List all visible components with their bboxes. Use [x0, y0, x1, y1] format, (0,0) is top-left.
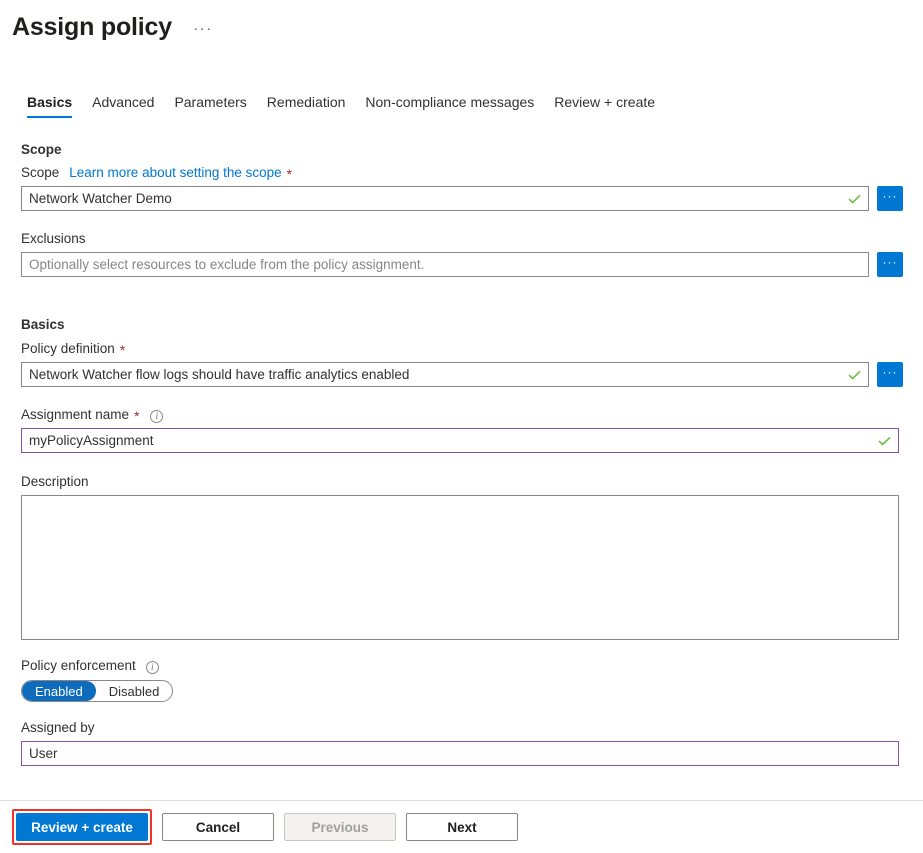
cancel-button[interactable]: Cancel: [162, 813, 274, 841]
next-button[interactable]: Next: [406, 813, 518, 841]
policy-enforcement-label-text: Policy enforcement: [21, 657, 136, 675]
policy-definition-required-asterisk: *: [120, 344, 125, 357]
tab-advanced[interactable]: Advanced: [82, 93, 164, 118]
policy-definition-input-value: Network Watcher flow logs should have tr…: [29, 367, 409, 382]
tab-non-compliance-messages[interactable]: Non-compliance messages: [355, 93, 544, 118]
scope-required-asterisk: *: [287, 168, 292, 181]
scope-section-heading: Scope: [21, 141, 923, 159]
scope-picker-ellipsis-icon: ···: [883, 194, 898, 198]
exclusions-label-text: Exclusions: [21, 230, 86, 248]
scope-learn-more-link[interactable]: Learn more about setting the scope: [69, 164, 281, 182]
scope-input-value: Network Watcher Demo: [29, 191, 172, 206]
review-create-highlight: Review + create: [12, 809, 152, 845]
valid-check-icon: [878, 436, 891, 445]
policy-definition-picker-ellipsis-icon: ···: [883, 370, 898, 374]
assignment-name-label-text: Assignment name: [21, 406, 129, 424]
description-label-text: Description: [21, 473, 89, 491]
policy-definition-picker-button[interactable]: ···: [877, 362, 903, 387]
exclusions-picker-ellipsis-icon: ···: [883, 260, 898, 264]
exclusions-input-placeholder: Optionally select resources to exclude f…: [29, 257, 424, 272]
scope-input[interactable]: Network Watcher Demo: [21, 186, 869, 211]
policy-definition-input[interactable]: Network Watcher flow logs should have tr…: [21, 362, 869, 387]
more-options-button[interactable]: ···: [190, 16, 216, 42]
assignment-name-input-value: myPolicyAssignment: [29, 433, 154, 448]
exclusions-field-label: Exclusions: [21, 230, 923, 248]
previous-button: Previous: [284, 813, 396, 841]
assignment-name-field-label: Assignment name * i: [21, 406, 923, 424]
tab-basics[interactable]: Basics: [17, 93, 82, 118]
policy-definition-label-text: Policy definition: [21, 340, 115, 358]
assignment-name-info-icon[interactable]: i: [150, 410, 163, 423]
description-field-label: Description: [21, 473, 923, 491]
policy-enforcement-option-enabled[interactable]: Enabled: [22, 681, 96, 701]
assign-policy-form: Scope Scope Learn more about setting the…: [0, 141, 923, 766]
valid-check-icon: [848, 370, 861, 379]
assignment-name-required-asterisk: *: [134, 410, 139, 423]
policy-definition-field-label: Policy definition *: [21, 340, 923, 358]
exclusions-picker-button[interactable]: ···: [877, 252, 903, 277]
wizard-tabs: Basics Advanced Parameters Remediation N…: [0, 88, 923, 118]
assigned-by-input-value: User: [29, 746, 58, 761]
tab-parameters[interactable]: Parameters: [164, 93, 256, 118]
policy-enforcement-field-label: Policy enforcement i: [21, 657, 923, 675]
exclusions-input[interactable]: Optionally select resources to exclude f…: [21, 252, 869, 277]
description-textarea[interactable]: [21, 495, 899, 640]
policy-enforcement-option-disabled[interactable]: Disabled: [96, 681, 173, 701]
assignment-name-input[interactable]: myPolicyAssignment: [21, 428, 899, 453]
assigned-by-label-text: Assigned by: [21, 719, 95, 737]
scope-field-label: Scope Learn more about setting the scope…: [21, 164, 923, 182]
assigned-by-input[interactable]: User: [21, 741, 899, 766]
tab-remediation[interactable]: Remediation: [257, 93, 356, 118]
review-create-button[interactable]: Review + create: [16, 813, 148, 841]
ellipsis-icon: ···: [193, 25, 213, 33]
page-title: Assign policy: [12, 12, 172, 42]
assigned-by-field-label: Assigned by: [21, 719, 923, 737]
scope-picker-button[interactable]: ···: [877, 186, 903, 211]
tab-review-create[interactable]: Review + create: [544, 93, 665, 118]
wizard-footer: Review + create Cancel Previous Next: [0, 801, 923, 853]
valid-check-icon: [848, 194, 861, 203]
policy-enforcement-info-icon[interactable]: i: [146, 661, 159, 674]
policy-enforcement-toggle[interactable]: Enabled Disabled: [21, 680, 173, 702]
page-header: Assign policy ···: [0, 0, 923, 44]
basics-section-heading: Basics: [21, 316, 923, 334]
scope-label-text: Scope: [21, 164, 59, 182]
